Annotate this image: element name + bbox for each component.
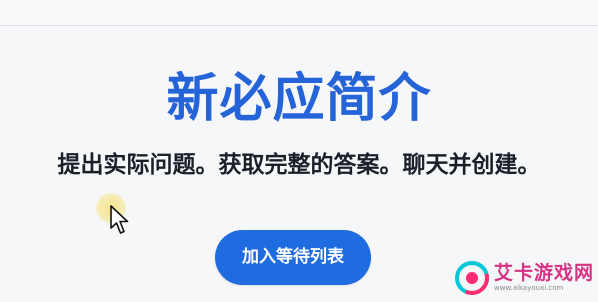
page-subtitle: 提出实际问题。获取完整的答案。聊天并创建。 [57,152,541,178]
top-border-strip [0,0,598,26]
mouse-pointer-icon [110,205,129,234]
watermark-logo-icon [455,261,489,295]
page-title: 新必应简介 [166,69,432,129]
watermark-text: 艾卡游戏网 [494,262,595,284]
join-waitlist-button[interactable]: 加入等待列表 [215,230,371,285]
watermark-subtext: www.aikayouxi.com [494,284,564,292]
watermark: 艾卡游戏网 www.aikayouxi.com [448,254,598,302]
